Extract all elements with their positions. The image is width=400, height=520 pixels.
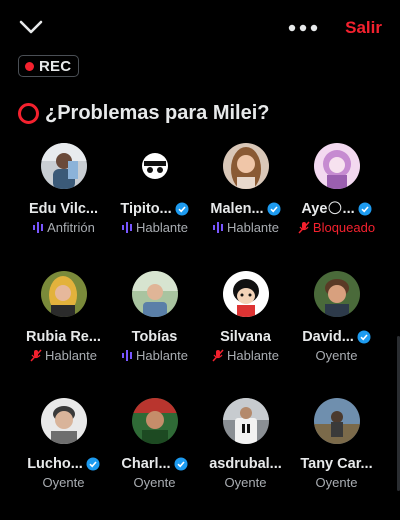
role-row: Hablante	[30, 348, 97, 363]
name-row: Tobías	[132, 329, 178, 345]
participant-name: Tipito...	[120, 201, 172, 217]
record-dot-icon	[25, 61, 34, 71]
verified-badge-icon	[357, 330, 371, 344]
participant-name: Tany Car...	[300, 456, 373, 472]
participant[interactable]: Charl... Oyente	[107, 398, 202, 490]
participant[interactable]: asdrubal... Oyente	[198, 398, 293, 490]
participant-name: Aye🌕...	[301, 201, 355, 217]
avatar	[131, 398, 178, 444]
name-row: Rubia Re...	[26, 329, 101, 345]
participant[interactable]: Rubia Re... Hablante	[16, 271, 111, 363]
participant-role: Oyente	[315, 348, 358, 363]
mic-off-icon	[298, 221, 310, 234]
participant-name: Charl...	[121, 456, 171, 472]
participant[interactable]: Edu Vilc... Anfitrión	[16, 143, 111, 235]
verified-badge-icon	[86, 457, 100, 471]
avatar	[313, 271, 360, 317]
role-row: Hablante	[121, 220, 188, 235]
participant-name: David...	[302, 329, 354, 345]
participant[interactable]: Tany Car... Oyente	[289, 398, 384, 490]
participant[interactable]: Tobías Hablante	[107, 271, 202, 363]
participant-role: Oyente	[315, 475, 358, 490]
verified-badge-icon	[358, 202, 372, 216]
avatar	[313, 143, 360, 189]
participant-name: asdrubal...	[209, 456, 282, 472]
exit-button[interactable]: Salir	[345, 18, 382, 38]
participant[interactable]: Silvana Hablante	[198, 271, 293, 363]
role-row: Oyente	[43, 475, 85, 490]
participant-role: Anfitrión	[47, 220, 95, 235]
recording-badge: REC	[18, 55, 79, 77]
avatar	[40, 398, 87, 444]
space-title-row: ¿Problemas para Milei?	[18, 102, 270, 125]
avatar	[222, 271, 269, 317]
avatar	[222, 398, 269, 444]
more-dots-icon[interactable]	[286, 18, 320, 38]
role-row: Hablante	[212, 348, 279, 363]
avatar	[131, 271, 178, 317]
name-row: asdrubal...	[209, 456, 282, 472]
participant[interactable]: Tipito... Hablante	[107, 143, 202, 235]
live-ring-icon	[18, 103, 39, 124]
participant-role: Oyente	[133, 475, 176, 490]
participant-role: Oyente	[224, 475, 267, 490]
role-row: Oyente	[316, 475, 358, 490]
speaking-bars-icon	[121, 222, 132, 233]
participant-name: Malen...	[210, 201, 264, 217]
avatar	[131, 143, 178, 189]
name-row: Tipito...	[120, 201, 189, 217]
chevron-down-icon[interactable]	[18, 16, 44, 38]
avatar	[222, 143, 269, 189]
participant-role: Hablante	[44, 348, 98, 363]
participant-role: Hablante	[135, 220, 189, 235]
verified-badge-icon	[174, 457, 188, 471]
name-row: Charl...	[121, 456, 188, 472]
participant-role: Hablante	[135, 348, 189, 363]
participant-role: Hablante	[226, 220, 280, 235]
speaking-bars-icon	[121, 350, 132, 361]
participant[interactable]: Malen... Hablante	[198, 143, 293, 235]
participant-role: Oyente	[42, 475, 85, 490]
participant[interactable]: Aye🌕... Bloqueado	[289, 143, 384, 235]
role-row: Oyente	[316, 348, 358, 363]
name-row: Aye🌕...	[301, 201, 372, 217]
name-row: David...	[302, 329, 371, 345]
participant-name: Tobías	[131, 329, 178, 345]
participant-name: Rubia Re...	[26, 329, 101, 345]
mic-off-icon	[30, 349, 42, 362]
participant-role: Bloqueado	[312, 220, 376, 235]
role-row: Oyente	[134, 475, 176, 490]
participant-role: Hablante	[226, 348, 280, 363]
verified-badge-icon	[175, 202, 189, 216]
verified-badge-icon	[267, 202, 281, 216]
role-row: Bloqueado	[298, 220, 375, 235]
role-row: Hablante	[121, 348, 188, 363]
participant-name: Silvana	[220, 329, 271, 345]
participant[interactable]: Lucho... Oyente	[16, 398, 111, 490]
participant[interactable]: David... Oyente	[289, 271, 384, 363]
speaking-bars-icon	[212, 222, 223, 233]
avatar	[313, 398, 360, 444]
recording-label: REC	[39, 57, 72, 75]
participant-name: Lucho...	[27, 456, 83, 472]
role-row: Oyente	[225, 475, 267, 490]
name-row: Malen...	[210, 201, 281, 217]
participant-name: Edu Vilc...	[28, 201, 99, 217]
avatar	[40, 271, 87, 317]
name-row: Tany Car...	[300, 456, 372, 472]
name-row: Lucho...	[27, 456, 100, 472]
mic-off-icon	[212, 349, 224, 362]
avatar	[40, 143, 87, 189]
space-title: ¿Problemas para Milei?	[45, 102, 270, 124]
name-row: Silvana	[220, 329, 271, 345]
role-row: Anfitrión	[32, 220, 95, 235]
name-row: Edu Vilc...	[29, 201, 98, 217]
top-bar: Salir	[0, 0, 400, 56]
speaking-bars-icon	[33, 222, 44, 233]
role-row: Hablante	[212, 220, 279, 235]
